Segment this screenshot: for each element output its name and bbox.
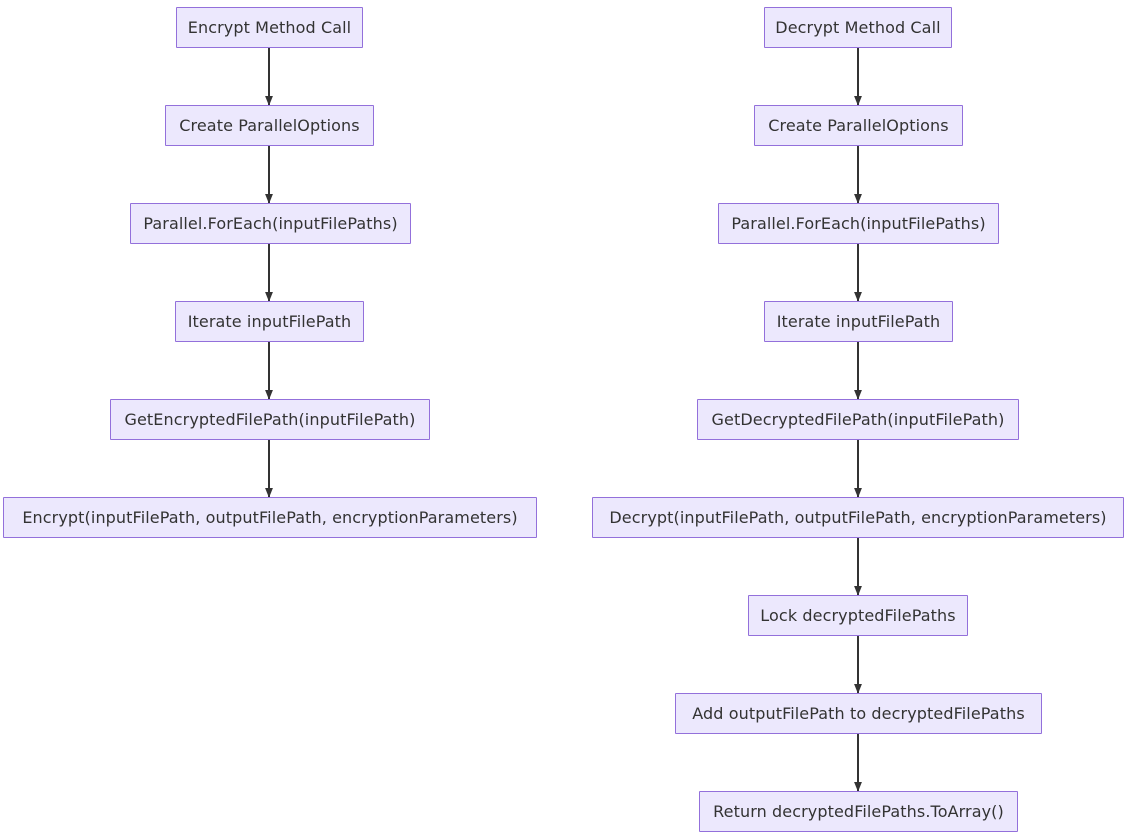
flow-node-label: Encrypt(inputFilePath, outputFilePath, e… xyxy=(22,507,518,527)
flow-node-dec-9[interactable]: Return decryptedFilePaths.ToArray() xyxy=(699,791,1018,832)
flow-node-label: GetDecryptedFilePath(inputFilePath) xyxy=(711,409,1005,429)
flow-node-label: Iterate inputFilePath xyxy=(187,311,352,331)
flow-node-dec-5[interactable]: GetDecryptedFilePath(inputFilePath) xyxy=(697,399,1019,440)
flow-node-label: GetEncryptedFilePath(inputFilePath) xyxy=(124,409,416,429)
flow-node-dec-4[interactable]: Iterate inputFilePath xyxy=(764,301,953,342)
flow-node-enc-6[interactable]: Encrypt(inputFilePath, outputFilePath, e… xyxy=(3,497,537,538)
flow-node-label: Decrypt(inputFilePath, outputFilePath, e… xyxy=(609,507,1107,527)
flow-node-label: Return decryptedFilePaths.ToArray() xyxy=(713,801,1004,821)
flow-node-label: Parallel.ForEach(inputFilePaths) xyxy=(143,213,398,233)
flow-node-label: Create ParallelOptions xyxy=(179,115,360,135)
flow-node-dec-8[interactable]: Add outputFilePath to decryptedFilePaths xyxy=(675,693,1042,734)
flow-node-label: Parallel.ForEach(inputFilePaths) xyxy=(731,213,986,233)
flow-node-enc-3[interactable]: Parallel.ForEach(inputFilePaths) xyxy=(130,203,411,244)
flow-node-label: Create ParallelOptions xyxy=(768,115,949,135)
flow-node-enc-2[interactable]: Create ParallelOptions xyxy=(165,105,374,146)
flow-node-label: Iterate inputFilePath xyxy=(776,311,941,331)
flow-node-label: Encrypt Method Call xyxy=(187,17,352,37)
flow-node-enc-1[interactable]: Encrypt Method Call xyxy=(176,7,363,48)
flow-node-label: Decrypt Method Call xyxy=(775,17,941,37)
flow-node-dec-3[interactable]: Parallel.ForEach(inputFilePaths) xyxy=(718,203,999,244)
flow-node-enc-4[interactable]: Iterate inputFilePath xyxy=(175,301,364,342)
flow-node-dec-7[interactable]: Lock decryptedFilePaths xyxy=(748,595,968,636)
flow-node-dec-6[interactable]: Decrypt(inputFilePath, outputFilePath, e… xyxy=(592,497,1124,538)
flowchart-diagram: Encrypt Method Call Create ParallelOption… xyxy=(0,0,1129,836)
flow-node-label: Lock decryptedFilePaths xyxy=(760,605,956,625)
flow-node-dec-1[interactable]: Decrypt Method Call xyxy=(764,7,952,48)
flow-node-label: Add outputFilePath to decryptedFilePaths xyxy=(692,703,1025,723)
flow-node-enc-5[interactable]: GetEncryptedFilePath(inputFilePath) xyxy=(110,399,430,440)
flow-node-dec-2[interactable]: Create ParallelOptions xyxy=(754,105,963,146)
